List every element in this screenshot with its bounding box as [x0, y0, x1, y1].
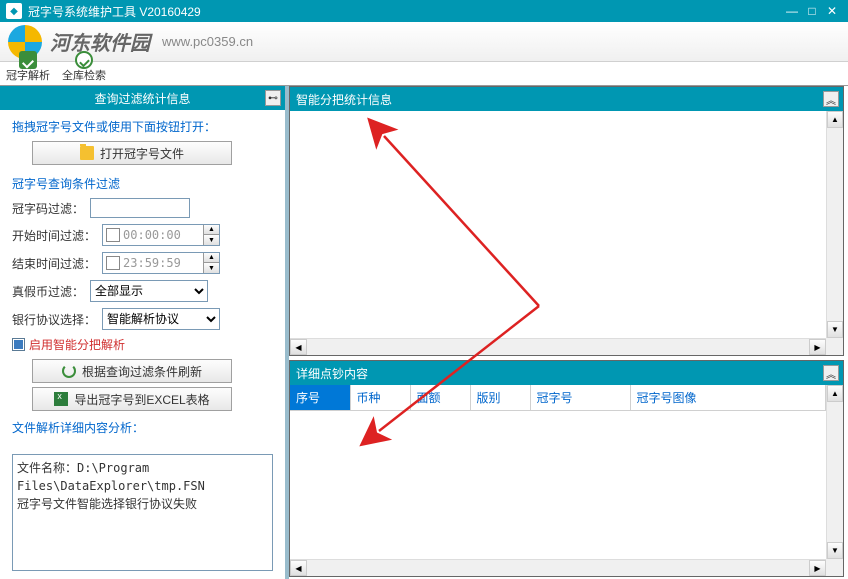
start-time-spinner[interactable]: ▲▼: [203, 225, 219, 245]
row-end-time: 结束时间过滤： 23:59:59 ▲▼: [12, 252, 273, 274]
scroll-up-icon[interactable]: ▲: [827, 385, 843, 402]
detail-hscroll[interactable]: ◀ ▶: [290, 559, 826, 576]
excel-icon: [54, 392, 68, 406]
filter-section-label: 冠字号查询条件过滤: [12, 175, 273, 192]
end-time-spinner[interactable]: ▲▼: [203, 253, 219, 273]
app-icon: ◆: [6, 3, 22, 19]
end-time-label: 结束时间过滤：: [12, 255, 96, 272]
analysis-detail-box[interactable]: 文件名称：D:\Program Files\DataExplorer\tmp.F…: [12, 454, 273, 571]
analysis-section-label: 文件解析详细内容分析：: [12, 419, 273, 436]
stats-hscroll[interactable]: ◀ ▶: [290, 338, 826, 355]
detail-header: 详细点钞内容 ︽: [290, 361, 843, 385]
scroll-down-icon[interactable]: ▼: [827, 542, 843, 559]
detail-table-wrap: 序号 币种 面额 版别 冠字号 冠字号图像: [290, 385, 826, 559]
detail-title: 详细点钞内容: [296, 365, 368, 382]
stats-vscroll[interactable]: ▲ ▼: [826, 111, 843, 338]
search-icon: [75, 51, 93, 69]
parse-icon: [19, 51, 37, 69]
code-filter-input[interactable]: [90, 198, 190, 218]
col-crown-image[interactable]: 冠字号图像: [630, 385, 826, 411]
right-panel: 智能分把统计信息 ︽ ◀ ▶ ▲ ▼: [289, 86, 848, 579]
scroll-right-icon[interactable]: ▶: [809, 339, 826, 355]
left-content: 拖拽冠字号文件或使用下面按钮打开： 打开冠字号文件 冠字号查询条件过滤 冠字码过…: [0, 110, 285, 450]
enable-smart-label: 启用智能分把解析: [29, 336, 125, 353]
left-panel-title: 查询过滤统计信息: [94, 90, 190, 107]
col-version[interactable]: 版别: [470, 385, 530, 411]
protocol-select[interactable]: 智能解析协议: [102, 308, 220, 330]
col-crown[interactable]: 冠字号: [530, 385, 630, 411]
refresh-button[interactable]: 根据查询过滤条件刷新: [32, 359, 232, 383]
protocol-label: 银行协议选择：: [12, 311, 96, 328]
banner: 河东软件园 www.pc0359.cn: [0, 22, 848, 62]
pin-button[interactable]: ⊷: [265, 90, 281, 106]
drag-hint-label: 拖拽冠字号文件或使用下面按钮打开：: [12, 118, 273, 135]
detail-collapse-button[interactable]: ︽: [823, 365, 839, 381]
window-title: 冠字号系统维护工具 V20160429: [28, 3, 782, 20]
start-time-input[interactable]: 00:00:00 ▲▼: [102, 224, 220, 246]
main-area: 查询过滤统计信息 ⊷ 拖拽冠字号文件或使用下面按钮打开： 打开冠字号文件 冠字号…: [0, 86, 848, 579]
row-start-time: 开始时间过滤： 00:00:00 ▲▼: [12, 224, 273, 246]
tool-parse[interactable]: 冠字解析: [0, 51, 56, 85]
left-panel: 查询过滤统计信息 ⊷ 拖拽冠字号文件或使用下面按钮打开： 打开冠字号文件 冠字号…: [0, 86, 289, 579]
scroll-left-icon[interactable]: ◀: [290, 339, 307, 355]
start-time-value: 00:00:00: [123, 228, 203, 242]
scroll-up-icon[interactable]: ▲: [827, 111, 843, 128]
detail-line-1: 文件名称：D:\Program Files\DataExplorer\tmp.F…: [17, 459, 268, 495]
export-label: 导出冠字号到EXCEL表格: [74, 391, 209, 408]
stats-header: 智能分把统计信息 ︽: [290, 87, 843, 111]
stats-pane: 智能分把统计信息 ︽ ◀ ▶ ▲ ▼: [289, 86, 844, 356]
detail-line-3: 冠字号文件智能选择银行协议失败: [17, 495, 268, 513]
end-time-value: 23:59:59: [123, 256, 203, 270]
scroll-left-icon[interactable]: ◀: [290, 560, 307, 576]
scroll-right-icon[interactable]: ▶: [809, 560, 826, 576]
detail-vscroll[interactable]: ▲ ▼: [826, 385, 843, 559]
refresh-label: 根据查询过滤条件刷新: [82, 363, 202, 380]
scroll-down-icon[interactable]: ▼: [827, 321, 843, 338]
open-file-label: 打开冠字号文件: [100, 145, 184, 162]
tool-parse-label: 冠字解析: [6, 67, 50, 83]
code-filter-label: 冠字码过滤：: [12, 200, 84, 217]
col-currency[interactable]: 币种: [350, 385, 410, 411]
start-time-label: 开始时间过滤：: [12, 227, 96, 244]
export-excel-button[interactable]: 导出冠字号到EXCEL表格: [32, 387, 232, 411]
left-panel-header: 查询过滤统计信息 ⊷: [0, 86, 285, 110]
col-denom[interactable]: 面额: [410, 385, 470, 411]
refresh-icon: [62, 364, 76, 378]
detail-table: 序号 币种 面额 版别 冠字号 冠字号图像: [290, 385, 826, 411]
stats-collapse-button[interactable]: ︽: [823, 91, 839, 107]
row-protocol: 银行协议选择： 智能解析协议: [12, 308, 273, 330]
row-code-filter: 冠字码过滤：: [12, 198, 273, 218]
enable-smart-checkbox[interactable]: [12, 338, 25, 351]
close-button[interactable]: ✕: [822, 3, 842, 19]
site-url: www.pc0359.cn: [162, 34, 253, 49]
folder-icon: [80, 146, 94, 160]
open-file-button[interactable]: 打开冠字号文件: [32, 141, 232, 165]
real-fake-label: 真假币过滤：: [12, 283, 84, 300]
start-time-checkbox[interactable]: [106, 228, 120, 242]
stats-body: [290, 111, 826, 338]
real-fake-select[interactable]: 全部显示: [90, 280, 208, 302]
end-time-input[interactable]: 23:59:59 ▲▼: [102, 252, 220, 274]
row-real-fake: 真假币过滤： 全部显示: [12, 280, 273, 302]
maximize-button[interactable]: □: [802, 3, 822, 19]
detail-pane: 详细点钞内容 ︽ 序号 币种 面额 版别 冠字: [289, 360, 844, 577]
stats-title: 智能分把统计信息: [296, 91, 392, 108]
row-enable-smart[interactable]: 启用智能分把解析: [12, 336, 273, 353]
end-time-checkbox[interactable]: [106, 256, 120, 270]
title-bar: ◆ 冠字号系统维护工具 V20160429 — □ ✕: [0, 0, 848, 22]
minimize-button[interactable]: —: [782, 3, 802, 19]
main-toolbar: 冠字解析 全库检索: [0, 62, 848, 86]
tool-search[interactable]: 全库检索: [56, 51, 112, 85]
tool-search-label: 全库检索: [62, 67, 106, 83]
col-seq[interactable]: 序号: [290, 385, 350, 411]
